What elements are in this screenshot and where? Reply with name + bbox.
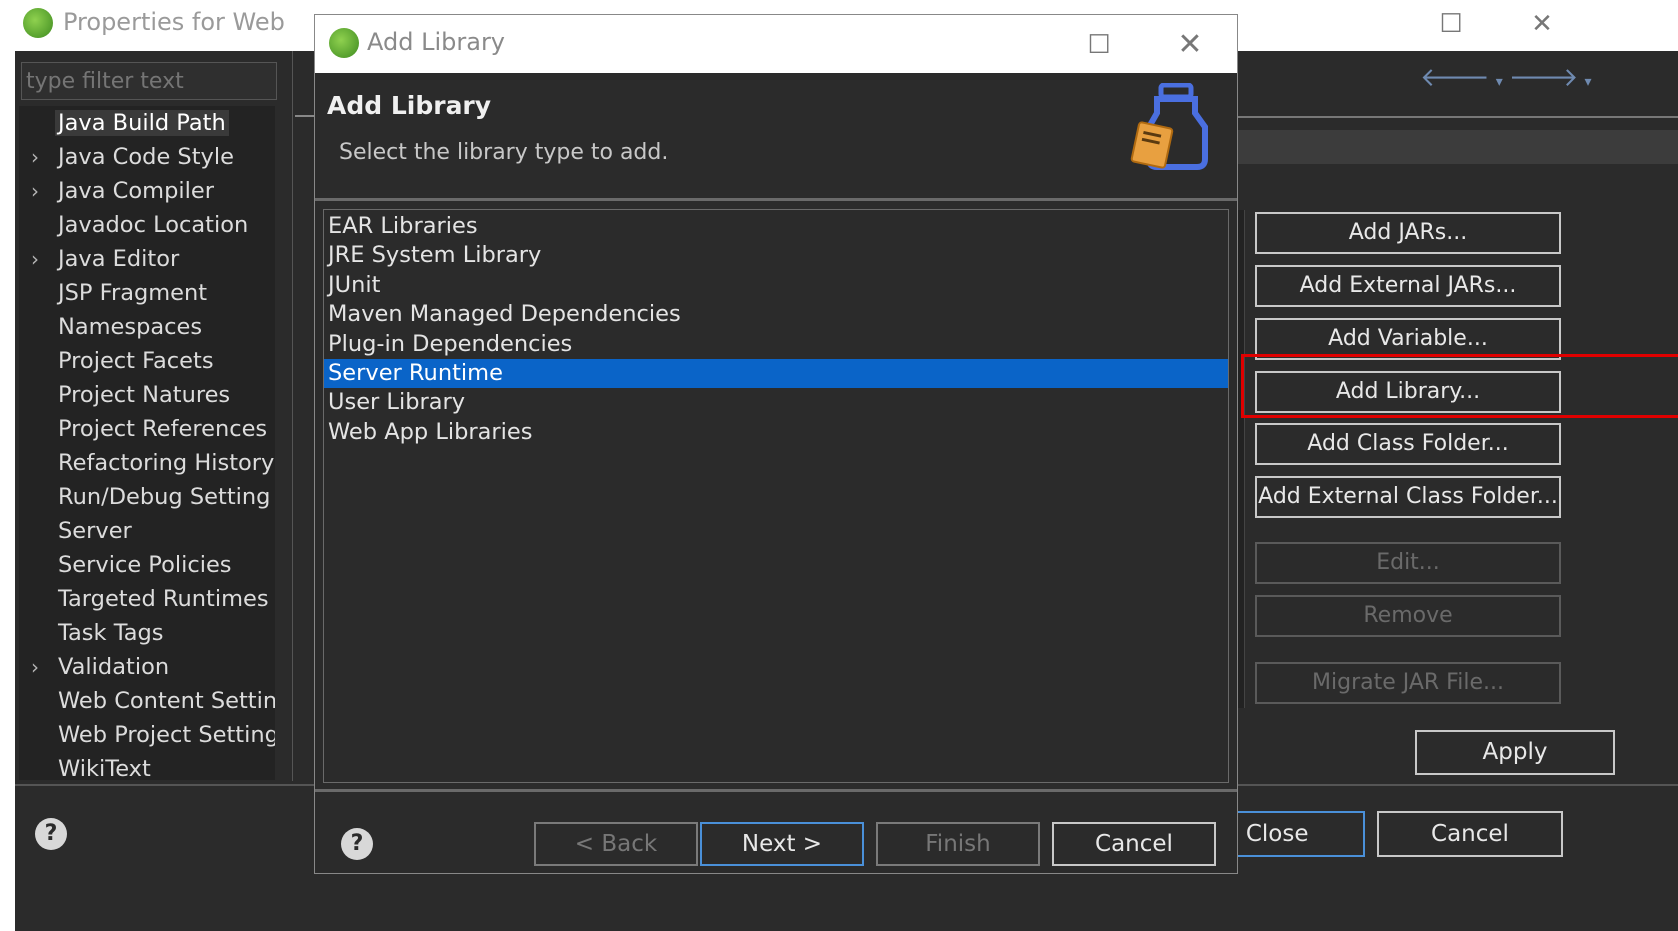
properties-cancel-button[interactable]: Cancel bbox=[1377, 811, 1563, 857]
tree-item[interactable]: Javadoc Location bbox=[19, 208, 275, 242]
build-path-button[interactable]: Add Class Folder... bbox=[1255, 423, 1561, 465]
dialog-heading: Add Library bbox=[327, 91, 492, 120]
build-path-button[interactable]: Remove bbox=[1255, 595, 1561, 637]
tab-bar bbox=[1237, 130, 1678, 164]
library-type-item[interactable]: Web App Libraries bbox=[324, 418, 1228, 447]
chevron-right-icon[interactable]: › bbox=[31, 242, 39, 276]
library-type-list[interactable]: EAR Libraries JRE System Library JUnit Mave… bbox=[323, 209, 1229, 783]
tree-item[interactable]: › Java Code Style bbox=[19, 140, 275, 174]
tab-strip-line bbox=[1237, 116, 1678, 118]
add-library-dialog: Add Library ☐ ✕ Add Library Select the l… bbox=[314, 14, 1238, 874]
back-menu-chevron-icon[interactable]: ▾ bbox=[1496, 74, 1509, 90]
tree-item-label: Web Project Setting bbox=[58, 722, 275, 748]
tree-item[interactable]: Project References bbox=[19, 412, 275, 446]
tree-item-label: Project Natures bbox=[58, 382, 231, 408]
pane-divider[interactable] bbox=[292, 51, 293, 781]
build-path-button[interactable]: Add JARs... bbox=[1255, 212, 1561, 254]
tree-item-label: Javadoc Location bbox=[58, 212, 249, 238]
tree-item[interactable]: › Java Editor bbox=[19, 242, 275, 276]
maximize-icon[interactable]: ☐ bbox=[1079, 27, 1119, 63]
tree-item[interactable]: Namespaces bbox=[19, 310, 275, 344]
tree-item[interactable]: Project Natures bbox=[19, 378, 275, 412]
tree-item-label: Java Editor bbox=[58, 246, 180, 272]
tree-item-label: Project References bbox=[58, 416, 268, 442]
library-type-item[interactable]: JRE System Library bbox=[324, 241, 1228, 270]
dialog-footer: ? < Back Next > Finish Cancel bbox=[315, 789, 1237, 873]
tree-item-label: Java Compiler bbox=[58, 178, 214, 204]
tree-item-label: Service Policies bbox=[58, 552, 232, 578]
navigation-arrows[interactable]: 🡐▾🡒▾ bbox=[1420, 62, 1598, 93]
properties-window-title: Properties for Web bbox=[63, 8, 285, 36]
tree-item-label: Server bbox=[58, 518, 132, 544]
tree-item[interactable]: Task Tags bbox=[19, 616, 275, 650]
dialog-title: Add Library bbox=[367, 28, 506, 56]
dialog-titlebar: Add Library ☐ ✕ bbox=[315, 15, 1237, 73]
library-type-item[interactable]: Maven Managed Dependencies bbox=[324, 300, 1228, 329]
apply-button[interactable]: Apply bbox=[1415, 730, 1615, 775]
help-icon[interactable]: ? bbox=[341, 828, 373, 860]
tree-item[interactable]: Refactoring History bbox=[19, 446, 275, 480]
tree-item[interactable]: JSP Fragment bbox=[19, 276, 275, 310]
tree-item-label: WikiText bbox=[58, 756, 151, 780]
tree-item[interactable]: › Validation bbox=[19, 650, 275, 684]
dialog-subheading: Select the library type to add. bbox=[339, 140, 669, 165]
tree-item[interactable]: Service Policies bbox=[19, 548, 275, 582]
tree-item-label: Task Tags bbox=[58, 620, 164, 646]
tree-item[interactable]: Targeted Runtimes bbox=[19, 582, 275, 616]
build-path-button[interactable]: Add External Class Folder... bbox=[1255, 476, 1561, 518]
highlight-annotation bbox=[1241, 354, 1678, 418]
tree-item-label: Web Content Settin bbox=[58, 688, 275, 714]
eclipse-app-icon bbox=[23, 8, 53, 38]
tree-item-label: Java Code Style bbox=[58, 144, 234, 170]
back-arrow-icon[interactable]: 🡐 bbox=[1420, 63, 1496, 93]
library-jar-icon bbox=[1130, 83, 1208, 170]
tree-item-label: Run/Debug Setting bbox=[58, 484, 271, 510]
dialog-header: Add Library Select the library type to a… bbox=[315, 73, 1237, 201]
tree-item[interactable]: Project Facets bbox=[19, 344, 275, 378]
close-icon[interactable]: ✕ bbox=[1522, 6, 1562, 42]
tree-item-label: Targeted Runtimes bbox=[58, 586, 269, 612]
eclipse-app-icon bbox=[329, 28, 359, 58]
tree-item[interactable]: Java Build Path bbox=[19, 106, 275, 140]
next-button[interactable]: Next > bbox=[700, 822, 864, 866]
section-separator bbox=[295, 115, 315, 117]
chevron-right-icon[interactable]: › bbox=[31, 140, 39, 174]
tree-scrollbar[interactable] bbox=[275, 106, 291, 780]
finish-button[interactable]: Finish bbox=[876, 822, 1040, 866]
library-type-item[interactable]: Plug-in Dependencies bbox=[324, 330, 1228, 359]
back-button[interactable]: < Back bbox=[534, 822, 698, 866]
tree-item-label: Validation bbox=[58, 654, 170, 680]
chevron-right-icon[interactable]: › bbox=[31, 174, 39, 208]
forward-arrow-icon[interactable]: 🡒 bbox=[1509, 63, 1585, 93]
tree-item[interactable]: WikiText bbox=[19, 752, 275, 780]
tree-item[interactable]: Run/Debug Setting bbox=[19, 480, 275, 514]
maximize-icon[interactable]: ☐ bbox=[1431, 6, 1471, 42]
help-icon[interactable]: ? bbox=[35, 818, 67, 850]
build-path-button[interactable]: Migrate JAR File... bbox=[1255, 662, 1561, 704]
properties-tree-list: Java Build Path › Java Code Style › Java Com… bbox=[19, 106, 275, 780]
tree-item[interactable]: Server bbox=[19, 514, 275, 548]
tree-item[interactable]: › Java Compiler bbox=[19, 174, 275, 208]
filter-input[interactable] bbox=[21, 62, 277, 100]
cancel-button[interactable]: Cancel bbox=[1052, 822, 1216, 866]
tree-item-label: Java Build Path bbox=[55, 110, 229, 136]
classpath-list-edge bbox=[1237, 210, 1245, 708]
library-type-item[interactable]: Server Runtime bbox=[324, 358, 1228, 389]
properties-tree: Java Build Path › Java Code Style › Java Com… bbox=[19, 106, 275, 780]
build-path-button[interactable]: Add External JARs... bbox=[1255, 265, 1561, 307]
library-type-item[interactable]: User Library bbox=[324, 388, 1228, 417]
library-type-item[interactable]: EAR Libraries bbox=[324, 212, 1228, 241]
tree-item-label: JSP Fragment bbox=[58, 280, 208, 306]
tree-item-label: Refactoring History bbox=[58, 450, 275, 476]
tree-item-label: Project Facets bbox=[58, 348, 214, 374]
tree-item-label: Namespaces bbox=[58, 314, 203, 340]
build-path-button[interactable]: Edit... bbox=[1255, 542, 1561, 584]
chevron-right-icon[interactable]: › bbox=[31, 650, 39, 684]
tree-item[interactable]: Web Project Setting bbox=[19, 718, 275, 752]
close-icon[interactable]: ✕ bbox=[1170, 27, 1210, 63]
tree-item[interactable]: Web Content Settin bbox=[19, 684, 275, 718]
forward-menu-chevron-icon[interactable]: ▾ bbox=[1585, 74, 1598, 90]
library-type-item[interactable]: JUnit bbox=[324, 271, 1228, 300]
